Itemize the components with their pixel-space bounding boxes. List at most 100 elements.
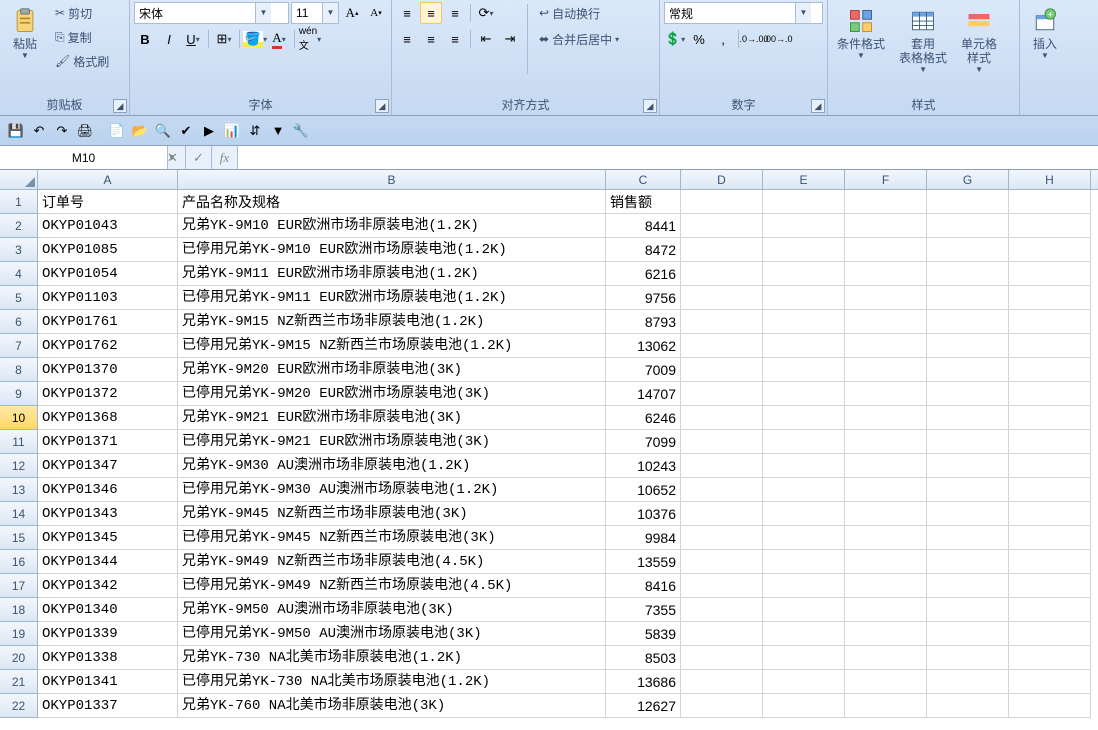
cell[interactable]: OKYP01347 <box>38 454 178 478</box>
row-header[interactable]: 3 <box>0 238 38 262</box>
cell[interactable] <box>763 478 845 502</box>
row-header[interactable]: 14 <box>0 502 38 526</box>
cell[interactable] <box>927 406 1009 430</box>
cell[interactable] <box>681 406 763 430</box>
row-header[interactable]: 18 <box>0 598 38 622</box>
cell[interactable]: 8441 <box>606 214 681 238</box>
cell[interactable]: 9756 <box>606 286 681 310</box>
macro-button[interactable]: ▶ <box>199 121 219 141</box>
align-bottom-button[interactable]: ≡ <box>444 2 466 24</box>
number-format-combo[interactable]: ▼ <box>664 2 823 24</box>
align-center-button[interactable]: ≡ <box>420 28 442 50</box>
cell[interactable] <box>763 262 845 286</box>
cell[interactable]: 13559 <box>606 550 681 574</box>
cell[interactable] <box>763 190 845 214</box>
cell[interactable]: OKYP01054 <box>38 262 178 286</box>
cell[interactable] <box>763 550 845 574</box>
cell[interactable] <box>681 550 763 574</box>
cell[interactable]: OKYP01043 <box>38 214 178 238</box>
cell[interactable]: OKYP01761 <box>38 310 178 334</box>
cell[interactable]: 兄弟YK-9M49 NZ新西兰市场非原装电池(4.5K) <box>178 550 606 574</box>
cell[interactable]: 10652 <box>606 478 681 502</box>
increase-decimal-button[interactable]: .0→.00 <box>743 28 765 50</box>
clipboard-launcher[interactable]: ◢ <box>113 99 127 113</box>
font-name-input[interactable] <box>135 3 255 23</box>
cell[interactable] <box>681 478 763 502</box>
cell[interactable] <box>681 262 763 286</box>
cell[interactable]: OKYP01368 <box>38 406 178 430</box>
cell[interactable]: OKYP01341 <box>38 670 178 694</box>
cell[interactable]: 兄弟YK-760 NA北美市场非原装电池(3K) <box>178 694 606 718</box>
cell[interactable]: 14707 <box>606 382 681 406</box>
cell[interactable] <box>845 574 927 598</box>
table-format-button[interactable]: 套用 表格格式 ▼ <box>894 2 952 77</box>
cell[interactable] <box>681 430 763 454</box>
open-button[interactable]: 📂 <box>130 121 150 141</box>
cell[interactable] <box>927 310 1009 334</box>
cell[interactable] <box>1009 430 1091 454</box>
cell[interactable]: OKYP01340 <box>38 598 178 622</box>
font-name-combo[interactable]: ▼ <box>134 2 289 24</box>
cell[interactable]: OKYP01343 <box>38 502 178 526</box>
comma-button[interactable]: , <box>712 28 734 50</box>
cell[interactable]: 兄弟YK-9M21 EUR欧洲市场非原装电池(3K) <box>178 406 606 430</box>
align-middle-button[interactable]: ≡ <box>420 2 442 24</box>
cell[interactable] <box>1009 334 1091 358</box>
cell[interactable] <box>1009 286 1091 310</box>
row-header[interactable]: 16 <box>0 550 38 574</box>
row-header[interactable]: 11 <box>0 430 38 454</box>
row-header[interactable]: 13 <box>0 478 38 502</box>
cell[interactable]: 12627 <box>606 694 681 718</box>
new-button[interactable]: 📄 <box>107 121 127 141</box>
cell[interactable] <box>763 430 845 454</box>
col-header-H[interactable]: H <box>1009 170 1091 189</box>
cell[interactable]: 8503 <box>606 646 681 670</box>
paste-button[interactable]: 粘贴 ▼ <box>4 2 46 63</box>
row-header[interactable]: 21 <box>0 670 38 694</box>
cell[interactable] <box>763 646 845 670</box>
copy-button[interactable]: ⎘复制 <box>50 26 114 48</box>
phonetic-button[interactable]: wén文▾ <box>299 28 321 50</box>
cell[interactable] <box>1009 478 1091 502</box>
row-header[interactable]: 22 <box>0 694 38 718</box>
col-header-G[interactable]: G <box>927 170 1009 189</box>
cell[interactable] <box>681 574 763 598</box>
cell[interactable] <box>927 622 1009 646</box>
cell[interactable] <box>681 190 763 214</box>
dropdown-arrow-icon[interactable]: ▼ <box>795 3 811 23</box>
cell[interactable] <box>763 598 845 622</box>
cell[interactable]: OKYP01372 <box>38 382 178 406</box>
cell[interactable] <box>845 478 927 502</box>
chart-button[interactable]: 📊 <box>222 121 242 141</box>
cell[interactable]: 8793 <box>606 310 681 334</box>
name-box-input[interactable] <box>0 146 167 169</box>
cell[interactable] <box>927 454 1009 478</box>
formula-input[interactable] <box>238 146 1098 169</box>
cell[interactable] <box>927 238 1009 262</box>
cell[interactable]: 5839 <box>606 622 681 646</box>
font-size-combo[interactable]: ▼ <box>291 2 339 24</box>
cell[interactable]: 已停用兄弟YK-9M50 AU澳洲市场原装电池(3K) <box>178 622 606 646</box>
cell[interactable] <box>1009 598 1091 622</box>
cell[interactable]: 13062 <box>606 334 681 358</box>
row-header[interactable]: 12 <box>0 454 38 478</box>
cell[interactable] <box>1009 574 1091 598</box>
cell[interactable] <box>845 214 927 238</box>
confirm-edit-button[interactable]: ✓ <box>186 146 212 169</box>
cell[interactable] <box>1009 358 1091 382</box>
font-color-button[interactable]: A▾ <box>268 28 290 50</box>
col-header-E[interactable]: E <box>763 170 845 189</box>
cell[interactable]: OKYP01370 <box>38 358 178 382</box>
cell[interactable] <box>681 334 763 358</box>
cell[interactable] <box>1009 622 1091 646</box>
cell[interactable] <box>1009 454 1091 478</box>
cell[interactable] <box>927 598 1009 622</box>
cancel-edit-button[interactable]: ✕ <box>160 146 186 169</box>
cell[interactable] <box>845 238 927 262</box>
cell[interactable] <box>763 382 845 406</box>
merge-center-button[interactable]: ⬌合并后居中▾ <box>534 28 624 50</box>
cell[interactable]: OKYP01339 <box>38 622 178 646</box>
font-size-input[interactable] <box>292 3 322 23</box>
cell[interactable] <box>1009 550 1091 574</box>
cell[interactable] <box>681 238 763 262</box>
